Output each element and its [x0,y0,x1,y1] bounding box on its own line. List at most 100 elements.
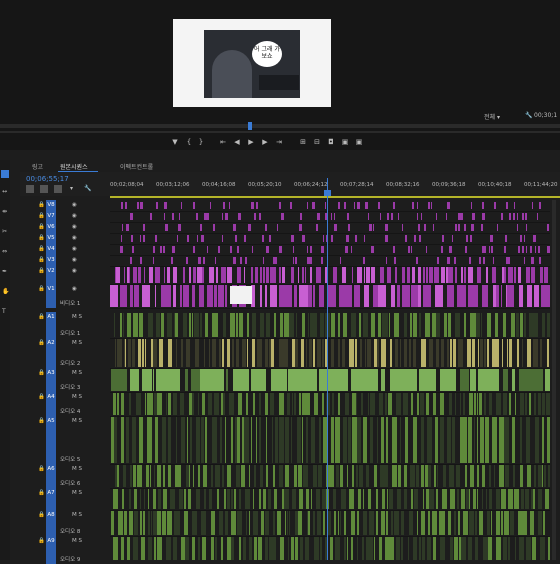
clip[interactable] [173,537,177,560]
clip[interactable] [260,267,262,283]
clip[interactable] [141,537,145,560]
lock-icon[interactable]: 🔒 [38,370,45,376]
track-header-A1[interactable]: A1🔒M S오디오 1 [20,312,110,338]
clip[interactable] [225,511,228,535]
clip[interactable] [508,267,512,283]
clip[interactable] [171,257,173,264]
clip[interactable] [522,511,526,535]
clip[interactable] [307,246,308,253]
track-label[interactable]: V7 [46,211,56,222]
clip[interactable] [477,489,478,509]
clip[interactable] [529,393,531,415]
clip[interactable] [426,267,428,283]
clip[interactable] [179,489,183,509]
clip[interactable] [311,417,315,463]
clip[interactable] [447,339,449,367]
clip[interactable] [291,417,293,463]
clip[interactable] [378,202,379,209]
clip[interactable] [129,267,130,283]
clip[interactable] [490,235,492,242]
clip[interactable] [542,313,545,337]
clip[interactable] [289,313,294,337]
clip[interactable] [474,417,476,463]
clip[interactable] [178,224,181,231]
clip[interactable] [527,285,532,307]
compare-icon[interactable]: ▣ [340,138,350,146]
clip[interactable] [449,465,454,487]
clip[interactable] [177,511,180,535]
clip[interactable] [379,393,383,415]
clip[interactable] [479,393,482,415]
clip[interactable] [354,202,356,209]
clip[interactable] [421,465,424,487]
clip[interactable] [423,285,431,307]
clip[interactable] [256,417,257,463]
clip[interactable] [233,369,248,391]
clip[interactable] [526,224,528,231]
clip[interactable] [519,369,543,391]
clip[interactable] [364,285,369,307]
clip[interactable] [387,267,391,283]
clip[interactable] [393,202,395,209]
clip[interactable] [378,285,386,307]
timeline-playhead-line[interactable] [327,178,328,560]
clip[interactable] [349,339,354,367]
clip[interactable] [471,224,473,231]
clip[interactable] [395,339,398,367]
clip[interactable] [448,267,452,283]
clip[interactable] [504,267,506,283]
monitor-scrubber[interactable] [0,124,560,128]
clip[interactable] [165,224,167,231]
clip[interactable] [215,257,216,264]
clip[interactable] [449,393,453,415]
clip[interactable] [364,267,365,283]
track-header-A6[interactable]: A6🔒M S오디오 6 [20,464,110,488]
clip[interactable] [233,257,235,264]
clip[interactable] [313,465,317,487]
clip[interactable] [153,489,156,509]
clip[interactable] [192,393,193,415]
clip[interactable] [416,257,418,264]
clip[interactable] [273,465,275,487]
clip[interactable] [458,511,460,535]
clip[interactable] [404,465,407,487]
eye-icon[interactable]: ◉ [72,202,77,208]
clip[interactable] [236,313,238,337]
clip[interactable] [485,417,490,463]
clip[interactable] [249,537,252,560]
clip[interactable] [251,267,252,283]
clip[interactable] [245,489,250,509]
clip[interactable] [285,417,289,463]
timeline-playhead-handle[interactable] [324,190,331,196]
clip[interactable] [252,246,253,253]
clip[interactable] [240,257,242,264]
clip[interactable] [440,417,444,463]
clip[interactable] [120,246,123,253]
clip[interactable] [285,465,290,487]
mute-solo-icon[interactable]: M S [72,394,82,400]
clip[interactable] [357,537,358,560]
clip[interactable] [457,489,459,509]
clip[interactable] [425,313,430,337]
clip[interactable] [356,393,357,415]
clip[interactable] [181,202,182,209]
clip[interactable] [433,224,434,231]
clip[interactable] [142,285,151,307]
clip[interactable] [455,224,457,231]
clip[interactable] [386,417,388,463]
clip[interactable] [143,224,145,231]
track-header-V1[interactable]: V1🔒◉비디오 1 [20,284,110,308]
track-row[interactable] [110,536,550,560]
clip[interactable] [317,339,321,367]
clip[interactable] [464,313,466,337]
clip[interactable] [547,246,550,253]
track-header-V4[interactable]: V4🔒◉ [20,244,110,255]
clip[interactable] [231,417,233,463]
clip[interactable] [151,339,153,367]
clip[interactable] [358,489,360,509]
clip[interactable] [513,213,516,220]
clip[interactable] [237,267,241,283]
clip[interactable] [320,537,322,560]
clip[interactable] [515,393,516,415]
clip[interactable] [116,267,120,283]
